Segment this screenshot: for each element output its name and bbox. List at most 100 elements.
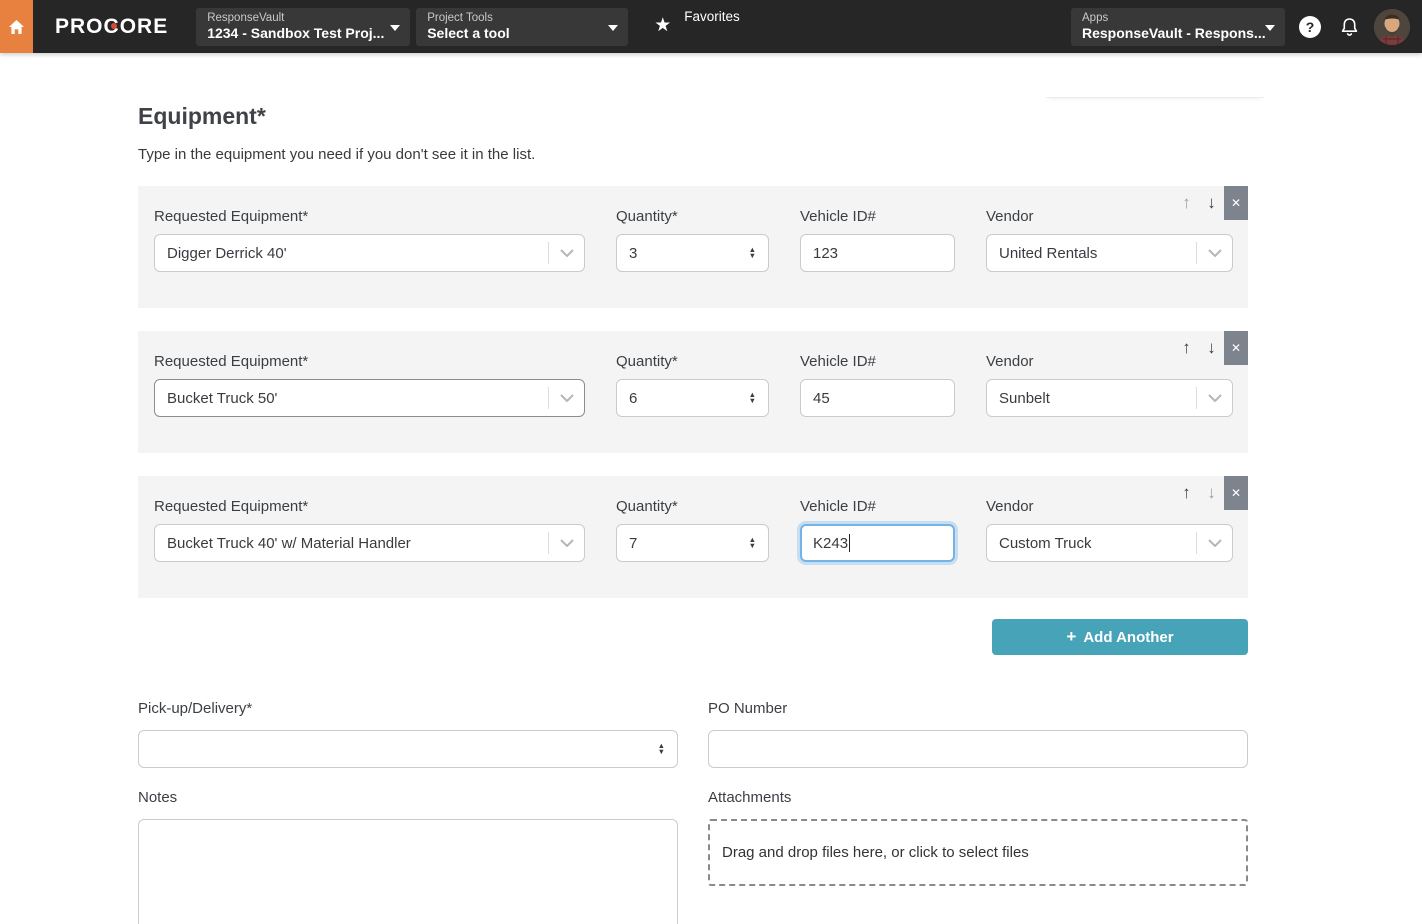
project-picker-dropdown[interactable]: ResponseVault 1234 - Sandbox Test Proj..… [196,8,410,46]
vendor-value: United Rentals [987,245,1097,262]
requested-equipment-select[interactable]: Bucket Truck 50' [154,379,585,417]
spinner-arrows-icon: ▲▼ [658,743,665,755]
vendor-value: Sunbelt [987,390,1050,407]
equipment-row: Requested Equipment* Bucket Truck 40' w/… [138,476,1248,598]
page-title: Equipment* [138,103,1248,130]
chevron-down-icon [1197,249,1232,257]
text-cursor [849,534,850,552]
vehicle-id-input[interactable]: 45 [800,379,955,417]
notes-label: Notes [138,789,678,806]
move-up-button: ↑ [1174,193,1199,213]
requested-equipment-value: Bucket Truck 50' [155,390,277,407]
vendor-select[interactable]: United Rentals [986,234,1233,272]
dropzone-text: Drag and drop files here, or click to se… [722,844,1029,861]
close-icon: ✕ [1231,196,1241,210]
favorites-button[interactable]: ★ Favorites [644,0,762,53]
quantity-label: Quantity* [616,208,769,225]
notifications-button[interactable] [1340,17,1359,37]
attachments-label: Attachments [708,789,1248,806]
po-number-input[interactable] [708,730,1248,768]
chevron-down-icon [549,249,584,257]
quantity-label: Quantity* [616,353,769,370]
caret-down-icon [1265,25,1275,31]
remove-row-button[interactable]: ✕ [1224,476,1248,510]
project-picker-label: ResponseVault [207,12,384,25]
tool-picker-dropdown[interactable]: Project Tools Select a tool [416,8,628,46]
quantity-value: 6 [629,390,637,407]
user-avatar[interactable] [1374,9,1410,45]
move-up-button[interactable]: ↑ [1174,338,1199,358]
spinner-arrows-icon[interactable]: ▲▼ [749,247,756,259]
move-up-button[interactable]: ↑ [1174,483,1199,503]
remove-row-button[interactable]: ✕ [1224,331,1248,365]
help-icon: ? [1306,19,1315,35]
form-area: Equipment* Type in the equipment you nee… [0,103,1248,924]
vendor-select[interactable]: Sunbelt [986,379,1233,417]
requested-equipment-select[interactable]: Bucket Truck 40' w/ Material Handler [154,524,585,562]
star-icon: ★ [654,14,671,37]
caret-down-icon [608,25,618,31]
vehicle-id-input[interactable]: 123 [800,234,955,272]
plus-icon: + [1066,627,1076,647]
quantity-stepper[interactable]: 6 ▲▼ [616,379,769,417]
requested-equipment-label: Requested Equipment* [154,353,585,370]
vehicle-id-value: 123 [813,245,838,262]
notes-textarea[interactable] [138,819,678,924]
equipment-row: Requested Equipment* Digger Derrick 40' … [138,186,1248,308]
add-another-button[interactable]: + Add Another [992,619,1248,655]
home-button[interactable] [0,0,33,53]
project-picker-value: 1234 - Sandbox Test Proj... [207,25,384,42]
spinner-arrows-icon[interactable]: ▲▼ [749,537,756,549]
apps-picker-label: Apps [1082,12,1259,25]
requested-equipment-value: Digger Derrick 40' [155,245,287,262]
pickup-delivery-label: Pick-up/Delivery* [138,700,678,717]
requested-equipment-label: Requested Equipment* [154,498,585,515]
apps-picker-dropdown[interactable]: Apps ResponseVault - Respons... [1071,8,1285,46]
quantity-value: 7 [629,535,637,552]
help-button[interactable]: ? [1299,16,1321,38]
page: PROCORE ResponseVault 1234 - Sandbox Tes… [0,0,1422,924]
vendor-select[interactable]: Custom Truck [986,524,1233,562]
favorites-label: Favorites [684,9,740,24]
tool-picker-label: Project Tools [427,12,602,25]
vendor-value: Custom Truck [987,535,1092,552]
add-another-label: Add Another [1083,629,1173,646]
requested-equipment-select[interactable]: Digger Derrick 40' [154,234,585,272]
requested-equipment-label: Requested Equipment* [154,208,585,225]
vehicle-id-input-focused[interactable]: K243 [800,524,955,562]
equipment-row: Requested Equipment* Bucket Truck 50' Qu… [138,331,1248,453]
bell-icon [1340,17,1359,37]
chevron-down-icon [1197,539,1232,547]
quantity-label: Quantity* [616,498,769,515]
move-down-button: ↓ [1199,483,1224,503]
remove-row-button[interactable]: ✕ [1224,186,1248,220]
tool-picker-value: Select a tool [427,25,602,42]
vehicle-id-label: Vehicle ID# [800,208,955,225]
home-icon [8,19,25,35]
caret-down-icon [390,25,400,31]
cutoff-card-edge [1046,53,1264,98]
quantity-value: 3 [629,245,637,262]
po-number-label: PO Number [708,700,1248,717]
requested-equipment-value: Bucket Truck 40' w/ Material Handler [155,535,411,552]
apps-picker-value: ResponseVault - Respons... [1082,25,1259,42]
procore-logo[interactable]: PROCORE [55,15,168,39]
chevron-down-icon [549,539,584,547]
quantity-stepper[interactable]: 3 ▲▼ [616,234,769,272]
vehicle-id-label: Vehicle ID# [800,353,955,370]
move-down-button[interactable]: ↓ [1199,338,1224,358]
move-down-button[interactable]: ↓ [1199,193,1224,213]
vehicle-id-value: K243 [813,535,848,552]
close-icon: ✕ [1231,341,1241,355]
vehicle-id-value: 45 [813,390,830,407]
spinner-arrows-icon[interactable]: ▲▼ [749,392,756,404]
attachments-dropzone[interactable]: Drag and drop files here, or click to se… [708,819,1248,886]
chevron-down-icon [1197,394,1232,402]
pickup-delivery-select[interactable]: ▲▼ [138,730,678,768]
quantity-stepper[interactable]: 7 ▲▼ [616,524,769,562]
chevron-down-icon [549,394,584,402]
close-icon: ✕ [1231,486,1241,500]
form-help-text: Type in the equipment you need if you do… [138,146,1248,163]
vehicle-id-label: Vehicle ID# [800,498,955,515]
top-nav-bar: PROCORE ResponseVault 1234 - Sandbox Tes… [0,0,1422,53]
